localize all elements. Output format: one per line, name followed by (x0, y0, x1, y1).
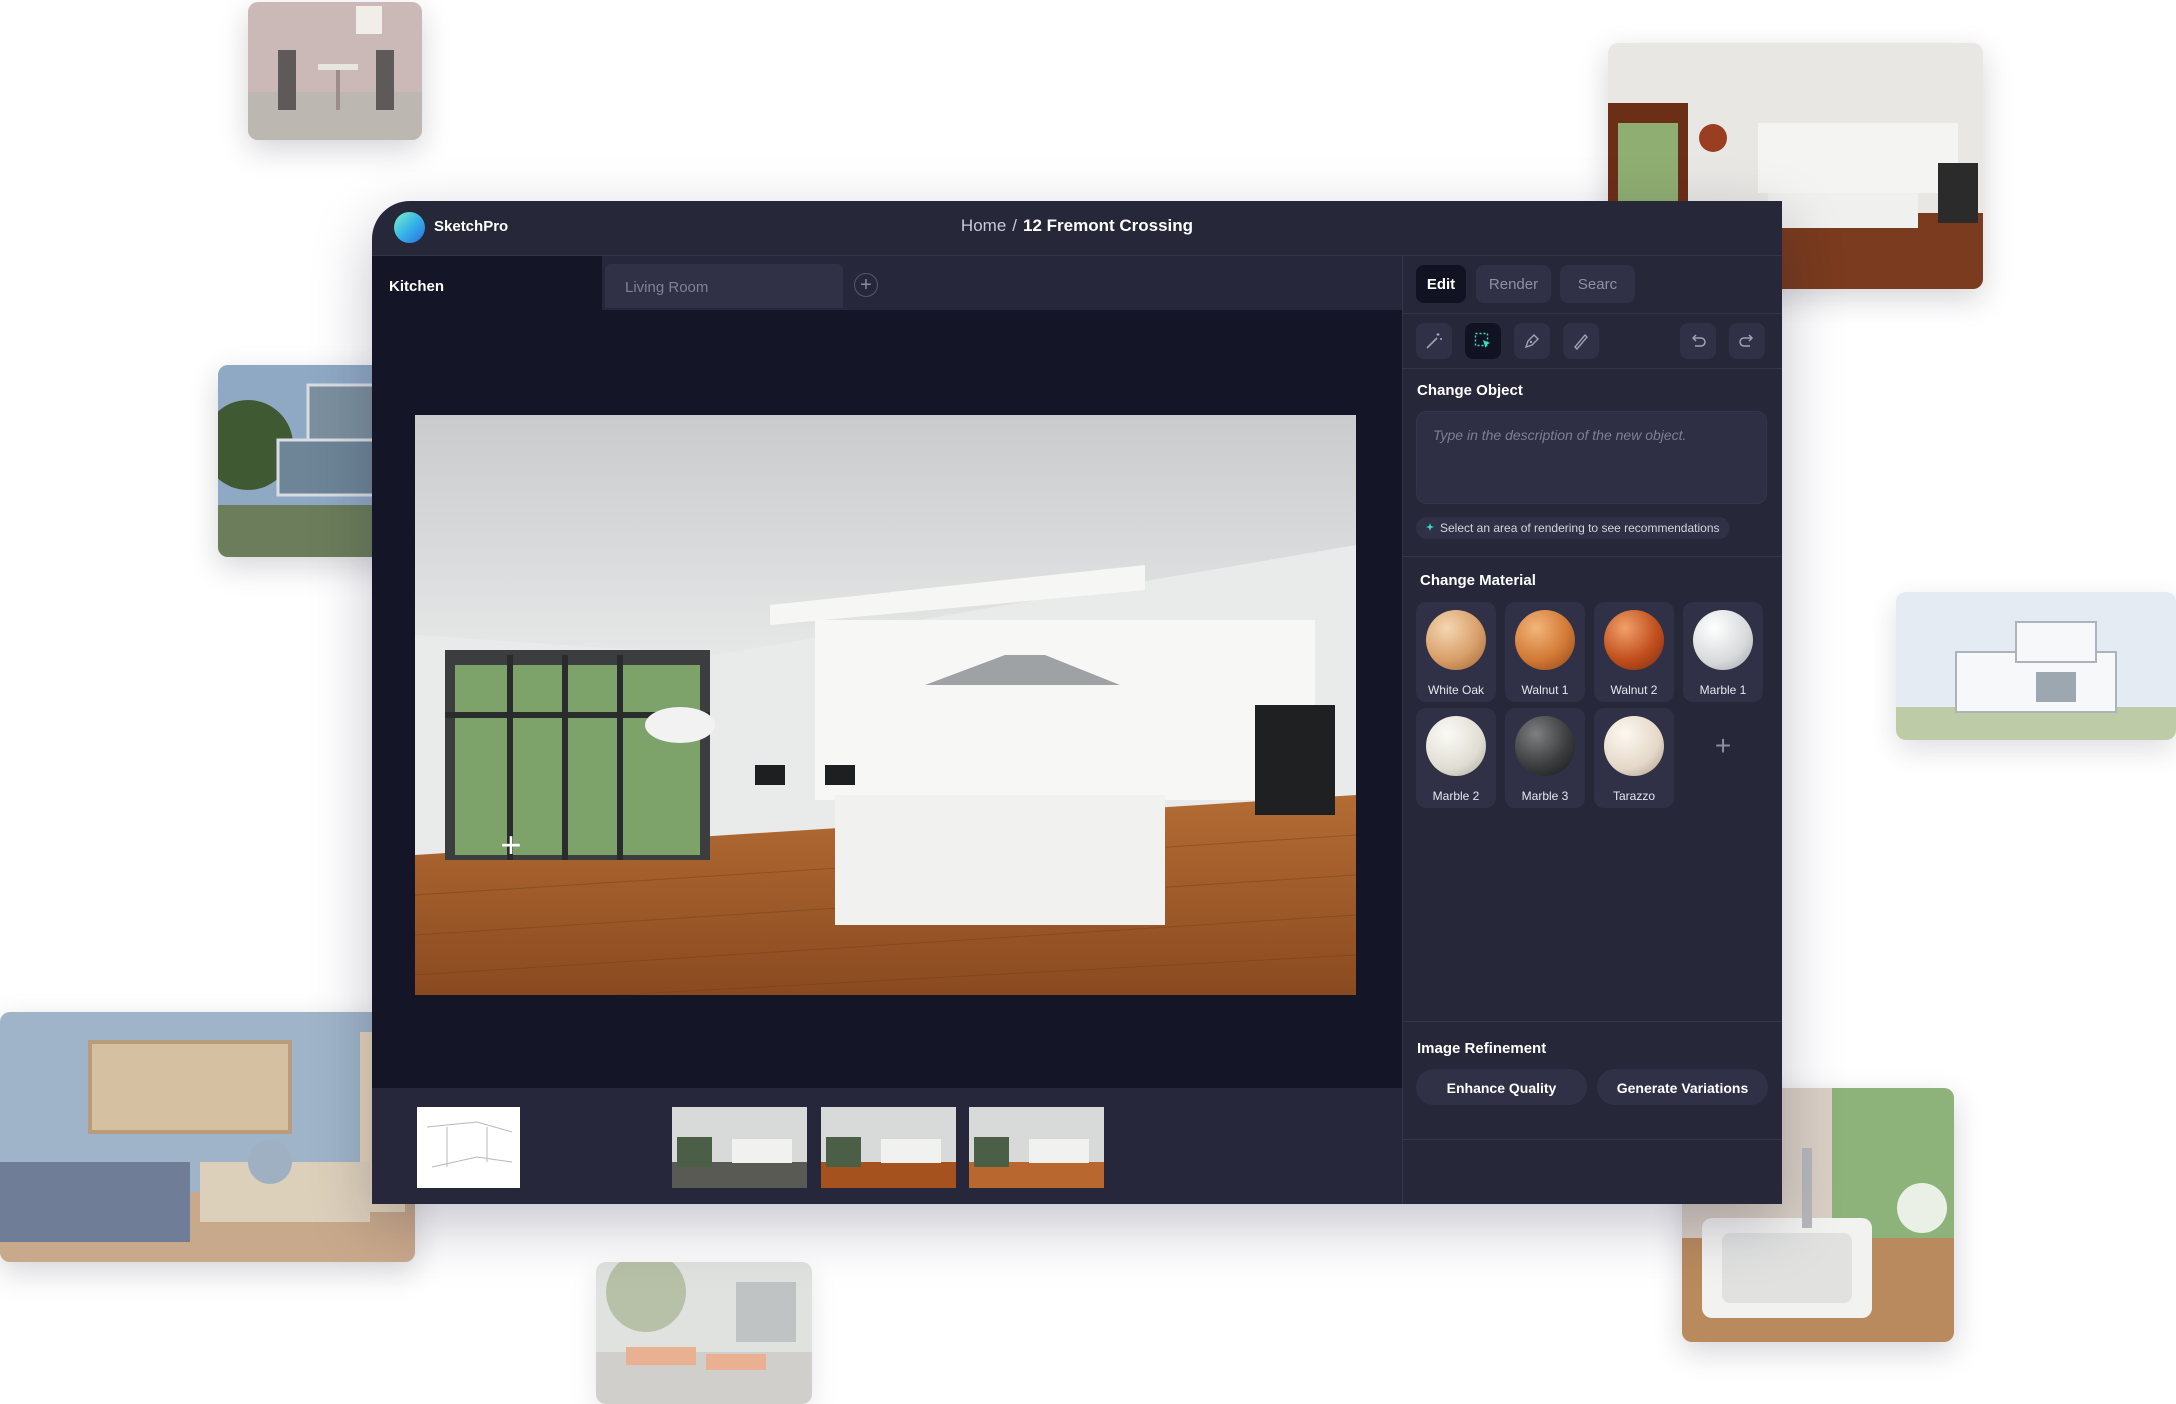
breadcrumb-home[interactable]: Home (961, 216, 1006, 235)
material-walnut-1[interactable]: Walnut 1 (1505, 602, 1585, 702)
material-marble-3[interactable]: Marble 3 (1505, 708, 1585, 808)
divider (1403, 1139, 1782, 1140)
add-tab-button[interactable]: + (854, 273, 878, 297)
change-object-title: Change Object (1417, 382, 1523, 399)
tab-kitchen[interactable]: Kitchen (372, 256, 602, 310)
recommendation-hint-text: Select an area of rendering to see recom… (1440, 521, 1720, 535)
app-window: SketchPro Home/12 Fremont Crossing Kitch… (372, 201, 1782, 1204)
magic-wand-tool[interactable] (1416, 323, 1452, 359)
enhance-quality-button[interactable]: Enhance Quality (1416, 1069, 1587, 1105)
marble-3-swatch (1515, 716, 1575, 776)
material-label: Walnut 1 (1521, 683, 1569, 697)
marble-2-swatch (1426, 716, 1486, 776)
material-label: Marble 2 (1432, 789, 1480, 803)
thumbnail-render-1[interactable] (672, 1107, 807, 1188)
add-material-button[interactable]: + (1683, 706, 1763, 786)
toolbar (1403, 313, 1782, 369)
redo-icon (1739, 334, 1754, 347)
thumbnail-render-3[interactable] (969, 1107, 1104, 1188)
divider (1403, 556, 1782, 557)
generate-variations-button[interactable]: Generate Variations (1597, 1069, 1768, 1105)
breadcrumb-separator: / (1012, 216, 1018, 235)
render-canvas[interactable]: + (372, 310, 1402, 1088)
material-label: Tarazzo (1612, 789, 1656, 803)
divider (1403, 1021, 1782, 1022)
room-tabs: Kitchen Living Room + (372, 256, 1402, 310)
thumbnail-render-2[interactable] (821, 1107, 956, 1188)
tab-living-room[interactable]: Living Room (605, 264, 843, 308)
undo-button[interactable] (1680, 323, 1716, 359)
material-white-oak[interactable]: White Oak (1416, 602, 1496, 702)
object-description-input[interactable]: Type in the description of the new objec… (1416, 411, 1767, 504)
brush-icon (1574, 333, 1588, 350)
side-panel: Edit Render Searc Change Object Type in … (1402, 256, 1782, 1204)
material-label: Marble 3 (1521, 789, 1569, 803)
tab-edit[interactable]: Edit (1416, 265, 1466, 303)
brush-tool[interactable] (1563, 323, 1599, 359)
undo-icon (1691, 334, 1706, 347)
tarazzo-swatch (1604, 716, 1664, 776)
pen-icon (1524, 334, 1539, 349)
material-label: White Oak (1427, 683, 1484, 697)
recommendation-hint: Select an area of rendering to see recom… (1416, 517, 1730, 539)
material-marble-1[interactable]: Marble 1 (1683, 602, 1763, 702)
sparkle-icon (1426, 523, 1434, 531)
tab-render[interactable]: Render (1476, 265, 1551, 303)
breadcrumb-current: 12 Fremont Crossing (1023, 216, 1194, 235)
photo-dining-room (248, 2, 422, 140)
walnut-2-swatch (1604, 610, 1664, 670)
white-oak-swatch (1426, 610, 1486, 670)
photo-kids-bedroom (0, 1012, 415, 1262)
redo-button[interactable] (1729, 323, 1765, 359)
add-annotation-marker[interactable]: + (495, 827, 527, 863)
image-refinement-title: Image Refinement (1417, 1040, 1547, 1057)
walnut-1-swatch (1515, 610, 1575, 670)
material-tarazzo[interactable]: Tarazzo (1594, 708, 1674, 808)
material-marble-2[interactable]: Marble 2 (1416, 708, 1496, 808)
select-area-icon (1474, 332, 1490, 348)
breadcrumb: Home / 12 Fremont Crossing (372, 216, 1782, 236)
marble-1-swatch (1693, 610, 1753, 670)
photo-patio-garden (596, 1262, 812, 1404)
tab-search[interactable]: Searc (1560, 265, 1635, 303)
material-label: Walnut 2 (1610, 683, 1658, 697)
photo-house-sketch (1896, 592, 2176, 740)
pen-tool[interactable] (1514, 323, 1550, 359)
thumbnail-sketch[interactable] (417, 1107, 520, 1188)
select-area-tool[interactable] (1465, 323, 1501, 359)
change-material-title: Change Material (1420, 572, 1536, 589)
magic-wand-icon (1426, 333, 1442, 349)
kitchen-render-image[interactable]: + (415, 415, 1356, 995)
material-label: Marble 1 (1699, 683, 1747, 697)
top-bar: SketchPro Home/12 Fremont Crossing (372, 201, 1782, 256)
material-walnut-2[interactable]: Walnut 2 (1594, 602, 1674, 702)
filmstrip (372, 1088, 1402, 1204)
